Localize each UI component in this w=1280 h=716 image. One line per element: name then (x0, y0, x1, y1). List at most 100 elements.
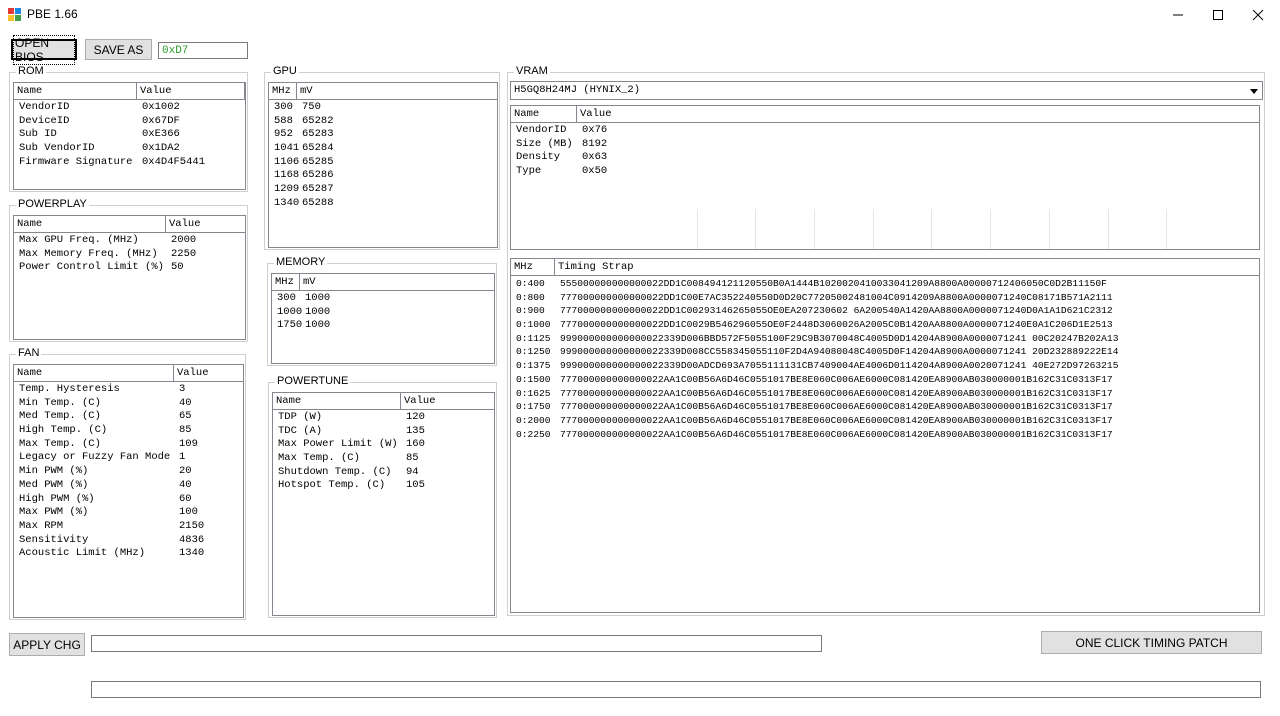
apply-changes-button[interactable]: APPLY CHG (9, 633, 85, 656)
item-value: 85 (406, 452, 419, 465)
list-item[interactable]: DeviceID 0x67DF (14, 115, 245, 129)
list-item[interactable]: 0:1250 999000000000000022339D008CC5583450… (511, 345, 1255, 359)
list-item[interactable]: 588 65282 (269, 115, 497, 129)
list-item[interactable]: 1168 65286 (269, 169, 497, 183)
item-name: Max GPU Freq. (MHz) (19, 234, 139, 246)
list-item[interactable]: 0:1375 999000000000000022339D00ADCD693A70… (511, 359, 1255, 373)
list-item[interactable]: Max PWM (%) 100 (14, 506, 243, 520)
log-field[interactable] (91, 681, 1261, 698)
list-item[interactable]: Temp. Hysteresis 3 (14, 383, 243, 397)
column-header[interactable]: Timing Strap (555, 259, 1259, 275)
list-item[interactable]: Firmware Signature 0x4D4F5441 (14, 156, 245, 170)
list-item[interactable]: Sensitivity 4836 (14, 534, 243, 548)
list-item[interactable]: Max RPM 2150 (14, 520, 243, 534)
list-item[interactable]: 0:1500 777000000000000022AA1C00B56A6D46C0… (511, 373, 1255, 387)
column-header[interactable]: MHz (272, 274, 300, 290)
list-item[interactable]: Size (MB) 8192 (511, 138, 777, 152)
timing-strap-list[interactable]: MHz Timing Strap 0:400 555000000000000022… (510, 258, 1260, 613)
column-header[interactable]: Name (14, 83, 137, 99)
list-item[interactable]: 1041 65284 (269, 142, 497, 156)
column-header[interactable]: Value (137, 83, 245, 99)
rom-list[interactable]: Name Value VendorID 0x1002 DeviceID 0x67DF S… (13, 82, 246, 190)
list-item[interactable]: Type 0x50 (511, 165, 777, 179)
vram-info-list[interactable]: Name Value VendorID 0x76 Size (MB) 8192 Dens… (510, 105, 1260, 250)
item-name: 0:1000 (516, 319, 551, 331)
open-bios-button[interactable]: OPEN BIOS (11, 34, 77, 65)
list-item[interactable]: Min Temp. (C) 40 (14, 397, 243, 411)
list-item[interactable]: Hotspot Temp. (C) 105 (273, 479, 494, 493)
memory-list[interactable]: MHz mV 300 1000 1000 1000 1750 1000 (271, 273, 495, 364)
column-header[interactable]: MHz (511, 259, 555, 275)
status-field[interactable] (91, 635, 822, 652)
list-item[interactable]: 300 750 (269, 101, 497, 115)
list-item[interactable]: TDC (A) 135 (273, 425, 494, 439)
column-header[interactable]: Value (577, 106, 1259, 122)
column-header[interactable]: Name (273, 393, 401, 409)
item-value: 65284 (302, 142, 334, 155)
list-item[interactable]: Sub ID 0xE366 (14, 128, 245, 142)
list-item[interactable]: 0:1125 999000000000000022339D006BBD572F50… (511, 332, 1255, 346)
list-item[interactable]: Max Temp. (C) 109 (14, 438, 243, 452)
powerplay-list[interactable]: Name Value Max GPU Freq. (MHz) 2000 Max Me… (13, 215, 246, 340)
column-header[interactable]: mV (297, 83, 497, 99)
list-item[interactable]: Med Temp. (C) 65 (14, 410, 243, 424)
list-item[interactable]: Max GPU Freq. (MHz) 2000 (14, 234, 245, 248)
column-header[interactable]: Name (14, 216, 166, 232)
list-item[interactable]: 0:1625 777000000000000022AA1C00B56A6D46C0… (511, 387, 1255, 401)
list-item[interactable]: Power Control Limit (%) 50 (14, 261, 245, 275)
list-item[interactable]: VendorID 0x76 (511, 124, 777, 138)
maximize-button[interactable] (1198, 0, 1238, 30)
list-item[interactable]: 1106 65285 (269, 156, 497, 170)
list-item[interactable]: 0:400 555000000000000022DD1C0084941211205… (511, 277, 1255, 291)
list-item[interactable]: Density 0x63 (511, 151, 777, 165)
list-item[interactable]: Max Temp. (C) 85 (273, 452, 494, 466)
list-item[interactable]: High Temp. (C) 85 (14, 424, 243, 438)
column-header[interactable]: Value (401, 393, 494, 409)
list-item[interactable]: Min PWM (%) 20 (14, 465, 243, 479)
list-item[interactable]: TDP (W) 120 (273, 411, 494, 425)
vram-chip-select[interactable]: H5GQ8H24MJ (HYNIX_2) (510, 81, 1263, 100)
list-item[interactable]: 952 65283 (269, 128, 497, 142)
list-item[interactable]: 1209 65287 (269, 183, 497, 197)
item-value: 40 (179, 478, 192, 491)
list-item[interactable]: VendorID 0x1002 (14, 101, 245, 115)
list-item[interactable]: 0:900 777000000000000022DD1C0029314626505… (511, 304, 1255, 318)
column-header[interactable]: Name (511, 106, 577, 122)
list-item[interactable]: 0:1750 777000000000000022AA1C00B56A6D46C0… (511, 400, 1255, 414)
list-item[interactable]: 0:2000 777000000000000022AA1C00B56A6D46C0… (511, 414, 1255, 428)
list-item[interactable]: Shutdown Temp. (C) 94 (273, 466, 494, 480)
fan-list[interactable]: Name Value Temp. Hysteresis 3 Min Temp. (C… (13, 364, 244, 618)
gpu-list[interactable]: MHz mV 300 750 588 65282 952 65283 1041 65284 11… (268, 82, 498, 248)
list-item[interactable]: Max Power Limit (W) 160 (273, 438, 494, 452)
list-item[interactable]: Sub VendorID 0x1DA2 (14, 142, 245, 156)
list-item[interactable]: Acoustic Limit (MHz) 1340 (14, 547, 243, 561)
column-header[interactable]: Name (14, 365, 174, 381)
list-item[interactable]: 1340 65288 (269, 197, 497, 211)
close-button[interactable] (1238, 0, 1278, 30)
list-item[interactable]: 1750 1000 (272, 319, 490, 333)
list-item[interactable]: 0:2250 777000000000000022AA1C00B56A6D46C0… (511, 428, 1255, 442)
item-name: Power Control Limit (%) (19, 261, 164, 274)
column-header[interactable]: MHz (269, 83, 297, 99)
column-header[interactable]: Value (174, 365, 243, 381)
minimize-button[interactable] (1158, 0, 1198, 30)
list-item[interactable]: High PWM (%) 60 (14, 493, 243, 507)
list-item[interactable]: 0:1000 777000000000000022DD1C0029B5462960… (511, 318, 1255, 332)
one-click-timing-patch-button[interactable]: ONE CLICK TIMING PATCH (1041, 631, 1262, 654)
column-header[interactable]: Value (166, 216, 245, 232)
column-header[interactable]: mV (300, 274, 494, 290)
divider (755, 209, 756, 249)
powertune-list[interactable]: Name Value TDP (W) 120 TDC (A) 135 Max Power… (272, 392, 495, 616)
item-name: 300 (274, 101, 293, 113)
list-item[interactable]: 0:800 777000000000000022DD1C00E7AC3522405… (511, 291, 1255, 305)
item-name: 952 (274, 128, 293, 141)
save-as-button[interactable]: SAVE AS (85, 39, 152, 60)
hex-value-field[interactable]: 0xD7 (158, 42, 248, 59)
list-item[interactable]: 1000 1000 (272, 306, 490, 320)
list-item[interactable]: Legacy or Fuzzy Fan Mode 1 (14, 451, 243, 465)
fan-title: FAN (16, 347, 42, 359)
list-item[interactable]: 300 1000 (272, 292, 490, 306)
list-item[interactable]: Med PWM (%) 40 (14, 478, 243, 493)
item-name: VendorID (516, 124, 567, 136)
list-item[interactable]: Max Memory Freq. (MHz) 2250 (14, 248, 245, 262)
